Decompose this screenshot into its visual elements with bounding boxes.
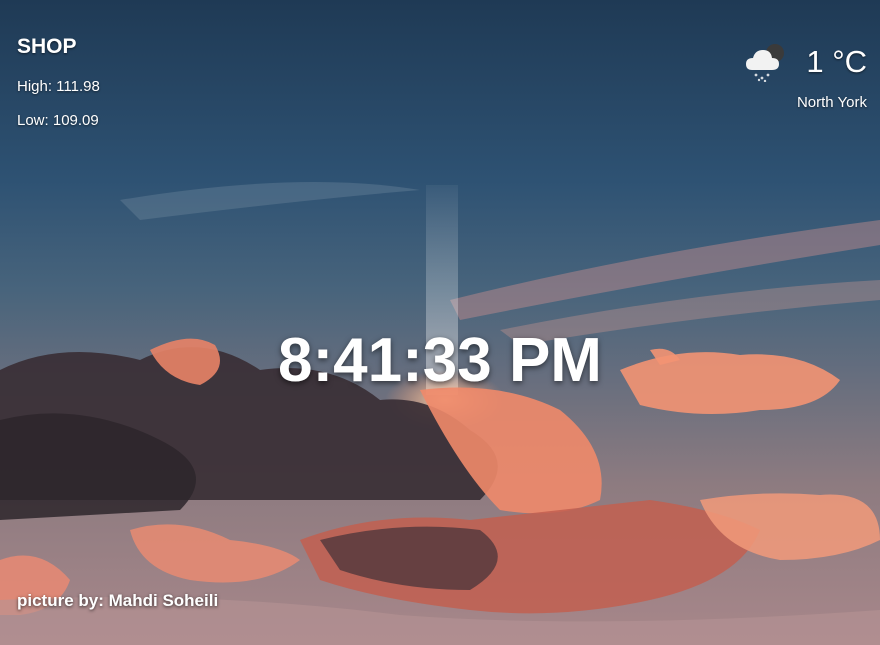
weather-row: 1 °C [744,42,867,82]
cloud-snow-moon-icon [746,44,785,82]
stock-high: High: 111.98 [17,78,100,95]
photo-credit: picture by: Mahdi Soheili [17,591,219,610]
stock-symbol: SHOP [17,35,77,58]
clock-time: 8:41:33 PM [278,326,602,395]
weather-widget: 1 °C North York [744,42,867,111]
stock-low: Low: 109.09 [17,112,99,129]
weather-location: North York [796,94,867,111]
stock-widget: SHOP High: 111.98 Low: 109.09 [17,34,100,146]
weather-temperature: 1 °C [806,44,867,79]
